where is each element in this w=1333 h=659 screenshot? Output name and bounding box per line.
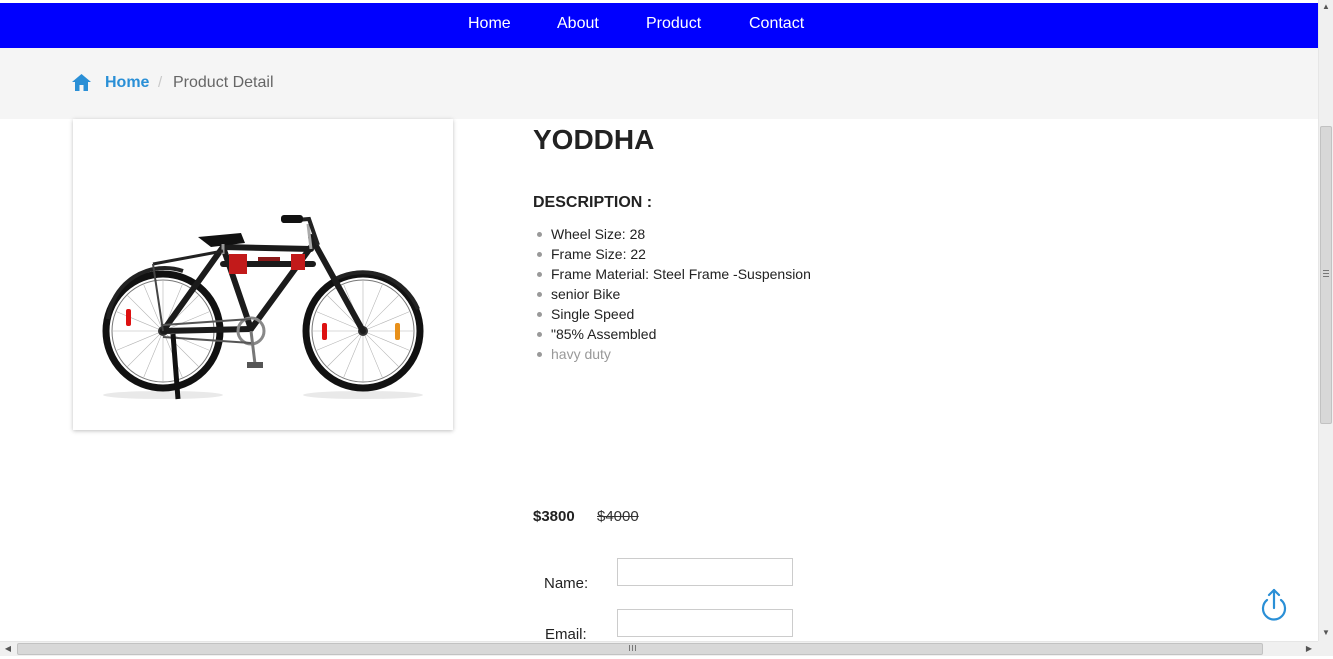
feature-item: havy duty xyxy=(537,344,811,364)
product-image[interactable] xyxy=(73,119,453,430)
feature-item: senior Bike xyxy=(537,284,811,304)
scroll-grip-line xyxy=(635,645,636,651)
back-to-top-icon[interactable] xyxy=(1258,586,1290,622)
nav-contact-link[interactable]: Contact xyxy=(749,15,804,33)
horizontal-scroll-thumb[interactable] xyxy=(17,643,1263,655)
scroll-left-arrow-icon[interactable]: ◀ xyxy=(2,643,14,655)
scroll-grip-line xyxy=(1323,273,1329,274)
name-input[interactable] xyxy=(617,558,793,586)
original-price: $4000 xyxy=(597,508,639,525)
scroll-grip-line xyxy=(632,645,633,651)
breadcrumb-current: Product Detail xyxy=(173,74,274,91)
feature-list: Wheel Size: 28 Frame Size: 22 Frame Mate… xyxy=(537,224,811,364)
scroll-up-arrow-icon[interactable]: ▲ xyxy=(1321,2,1331,12)
product-title: YODDHA xyxy=(533,124,655,155)
feature-item: Wheel Size: 28 xyxy=(537,224,811,244)
scroll-grip-line xyxy=(1323,270,1329,271)
nav-home-link[interactable]: Home xyxy=(468,15,511,33)
feature-item: "85% Assembled xyxy=(537,324,811,344)
vertical-scroll-thumb[interactable] xyxy=(1320,126,1332,424)
breadcrumb-home-link[interactable]: Home xyxy=(105,74,149,92)
scroll-grip-line xyxy=(629,645,630,651)
email-input[interactable] xyxy=(617,609,793,637)
bicycle-image xyxy=(102,215,424,400)
nav-product-link[interactable]: Product xyxy=(646,15,701,33)
nav-about-link[interactable]: About xyxy=(557,15,599,33)
feature-item: Frame Material: Steel Frame -Suspension xyxy=(537,264,811,284)
description-heading: DESCRIPTION : xyxy=(533,194,653,211)
home-icon[interactable] xyxy=(72,74,91,91)
scroll-right-arrow-icon[interactable]: ▶ xyxy=(1303,643,1315,655)
feature-item: Single Speed xyxy=(537,304,811,324)
scroll-grip-line xyxy=(1323,276,1329,277)
scroll-down-arrow-icon[interactable]: ▼ xyxy=(1321,628,1331,638)
name-label: Name: xyxy=(544,575,589,592)
breadcrumb-separator: / xyxy=(158,74,163,91)
scrollbar-corner xyxy=(1318,641,1333,656)
current-price: $3800 xyxy=(533,508,575,525)
feature-item: Frame Size: 22 xyxy=(537,244,811,264)
main-navbar: Home About Product Contact xyxy=(0,3,1318,48)
